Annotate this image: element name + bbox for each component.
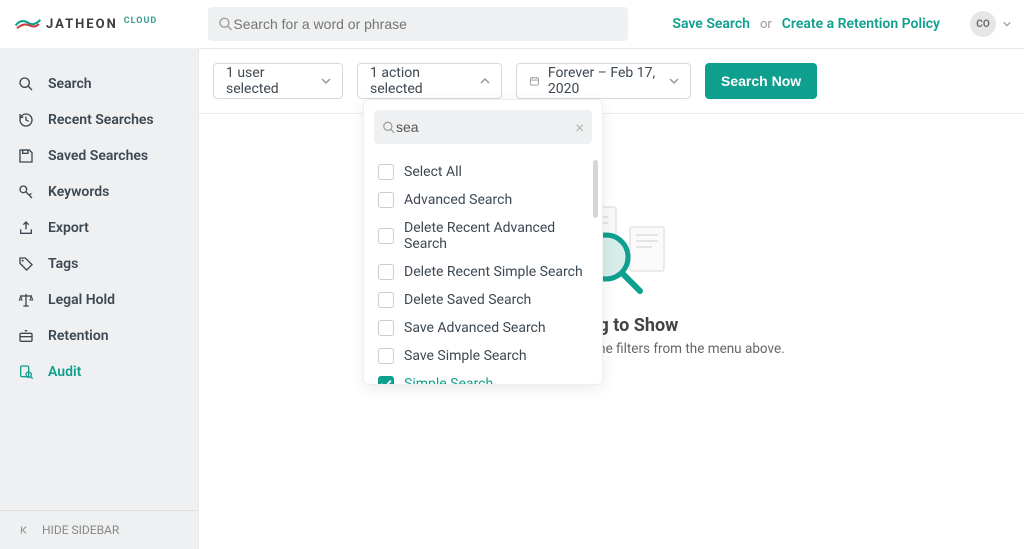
header-or-text: or: [760, 17, 772, 32]
dropdown-option[interactable]: Advanced Search: [364, 186, 602, 214]
collapse-icon: [18, 523, 32, 537]
sidebar-item-label: Saved Searches: [48, 148, 148, 164]
users-filter[interactable]: 1 user selected: [213, 63, 343, 99]
history-icon: [18, 112, 34, 128]
sidebar-item-export[interactable]: Export: [0, 210, 198, 246]
sidebar-item-label: Keywords: [48, 184, 109, 200]
audit-icon: [18, 364, 34, 380]
brand-suffix: CLOUD: [124, 16, 157, 26]
empty-state: Nothing to Show To see audit logs, choos…: [199, 199, 1024, 359]
checkbox[interactable]: [378, 348, 394, 364]
dropdown-option-label: Select All: [404, 164, 462, 180]
checkbox[interactable]: [378, 292, 394, 308]
brand-name: JATHEON: [46, 17, 118, 32]
sidebar-item-label: Export: [48, 220, 89, 236]
sidebar-item-label: Recent Searches: [48, 112, 154, 128]
checkbox[interactable]: [378, 376, 394, 384]
save-search-link[interactable]: Save Search: [672, 16, 750, 32]
dropdown-option-label: Delete Recent Simple Search: [404, 264, 583, 280]
actions-dropdown-panel: × Select All Advanced Search Delete Recent…: [363, 99, 603, 385]
empty-title: Nothing to Show: [199, 315, 1024, 336]
chevron-down-icon: [320, 75, 332, 87]
dropdown-option-label: Simple Search: [404, 376, 493, 384]
search-icon: [218, 16, 233, 32]
retention-icon: [18, 328, 34, 344]
date-filter-label: Forever – Feb 17, 2020: [548, 65, 658, 97]
dropdown-option-label: Delete Recent Advanced Search: [404, 220, 588, 252]
filter-bar: 1 user selected 1 action selected Foreve…: [199, 49, 1024, 114]
sidebar-item-search[interactable]: Search: [0, 66, 198, 102]
chevron-down-icon: [1002, 19, 1012, 29]
dropdown-option[interactable]: Delete Recent Simple Search: [364, 258, 602, 286]
checkbox[interactable]: [378, 192, 394, 208]
dropdown-option-label: Save Simple Search: [404, 348, 527, 364]
chevron-up-icon: [479, 75, 491, 87]
content-area: 1 user selected 1 action selected Foreve…: [198, 48, 1024, 549]
dropdown-option[interactable]: Save Simple Search: [364, 342, 602, 370]
logo-mark-icon: [14, 13, 42, 35]
global-search[interactable]: [208, 7, 628, 41]
sidebar-item-retention[interactable]: Retention: [0, 318, 198, 354]
save-icon: [18, 148, 34, 164]
search-icon: [18, 76, 34, 92]
scales-icon: [18, 292, 34, 308]
clear-filter-button[interactable]: ×: [575, 118, 584, 137]
header-bar: JATHEON CLOUD Save Search or Create a Re…: [0, 0, 1024, 48]
avatar: CO: [970, 11, 996, 37]
dropdown-option-label: Delete Saved Search: [404, 292, 531, 308]
checkbox[interactable]: [378, 320, 394, 336]
checkbox[interactable]: [378, 228, 394, 244]
brand-logo: JATHEON CLOUD: [0, 13, 198, 35]
sidebar-item-label: Legal Hold: [48, 292, 115, 308]
sidebar-item-saved[interactable]: Saved Searches: [0, 138, 198, 174]
dropdown-option[interactable]: Delete Recent Advanced Search: [364, 214, 602, 258]
checkbox[interactable]: [378, 164, 394, 180]
dropdown-option[interactable]: Simple Search: [364, 370, 602, 384]
date-filter[interactable]: Forever – Feb 17, 2020: [516, 63, 691, 99]
sidebar: Search Recent Searches Saved Searches Keywo…: [0, 48, 198, 549]
sidebar-item-label: Audit: [48, 364, 81, 380]
dropdown-option[interactable]: Save Advanced Search: [364, 314, 602, 342]
sidebar-item-recent[interactable]: Recent Searches: [0, 102, 198, 138]
sidebar-item-audit[interactable]: Audit: [0, 354, 198, 390]
search-now-button[interactable]: Search Now: [705, 63, 817, 99]
dropdown-option-label: Advanced Search: [404, 192, 512, 208]
user-menu[interactable]: CO: [970, 11, 1012, 37]
users-filter-label: 1 user selected: [226, 65, 310, 97]
chevron-down-icon: [668, 75, 680, 87]
sidebar-item-label: Tags: [48, 256, 78, 272]
sidebar-item-label: Retention: [48, 328, 109, 344]
hide-sidebar-label: HIDE SIDEBAR: [42, 523, 119, 537]
calendar-icon: [529, 74, 540, 88]
empty-subtitle: To see audit logs, choose the filters fr…: [199, 340, 1024, 359]
dropdown-option[interactable]: Select All: [364, 158, 602, 186]
sidebar-item-tags[interactable]: Tags: [0, 246, 198, 282]
checkbox[interactable]: [378, 264, 394, 280]
actions-filter-label: 1 action selected: [370, 65, 469, 97]
actions-filter[interactable]: 1 action selected: [357, 63, 502, 99]
key-icon: [18, 184, 34, 200]
search-icon: [382, 120, 396, 135]
export-icon: [18, 220, 34, 236]
scrollbar-thumb[interactable]: [593, 160, 598, 218]
dropdown-filter-input[interactable]: [396, 119, 584, 135]
dropdown-option[interactable]: Delete Saved Search: [364, 286, 602, 314]
create-retention-link[interactable]: Create a Retention Policy: [782, 16, 940, 32]
dropdown-filter[interactable]: ×: [374, 110, 592, 144]
sidebar-item-label: Search: [48, 76, 92, 92]
dropdown-option-label: Save Advanced Search: [404, 320, 546, 336]
sidebar-item-legalhold[interactable]: Legal Hold: [0, 282, 198, 318]
hide-sidebar-button[interactable]: HIDE SIDEBAR: [0, 510, 198, 549]
tag-icon: [18, 256, 34, 272]
sidebar-item-keywords[interactable]: Keywords: [0, 174, 198, 210]
global-search-input[interactable]: [233, 16, 618, 32]
